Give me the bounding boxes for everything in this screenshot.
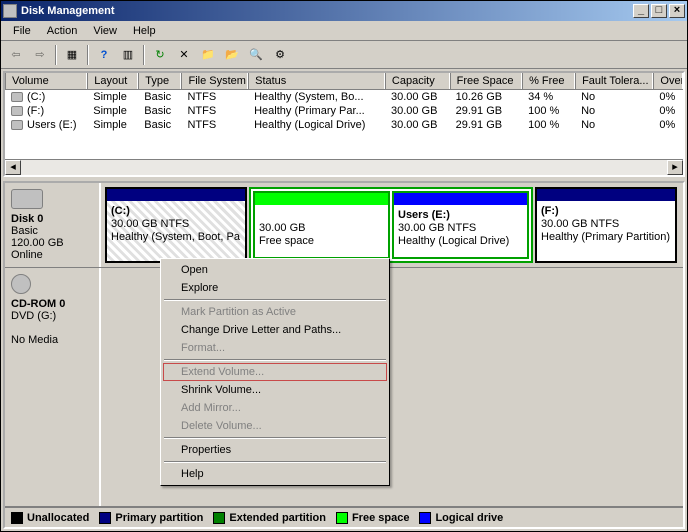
- part-f-size: 30.00 GB NTFS: [541, 218, 619, 230]
- close-button[interactable]: ×: [669, 4, 685, 18]
- ctx-shrink-volume[interactable]: Shrink Volume...: [163, 381, 387, 399]
- legend: Unallocated Primary partition Extended p…: [5, 507, 683, 527]
- cdrom-name: CD-ROM 0: [11, 298, 93, 310]
- cdrom-sub: DVD (G:): [11, 310, 93, 322]
- folder1-button[interactable]: 📁: [197, 44, 219, 66]
- col-pctfree[interactable]: % Free: [522, 73, 575, 89]
- menubar: File Action View Help: [1, 21, 687, 41]
- maximize-button[interactable]: □: [651, 4, 667, 18]
- table-header: Volume Layout Type File System Status Ca…: [5, 73, 683, 90]
- legend-free: Free space: [352, 512, 409, 524]
- table-row[interactable]: (C:)SimpleBasicNTFSHealthy (System, Bo..…: [5, 90, 683, 104]
- titlebar[interactable]: Disk Management _ □ ×: [1, 1, 687, 21]
- col-fault[interactable]: Fault Tolera...: [575, 73, 653, 89]
- col-capacity[interactable]: Capacity: [385, 73, 450, 89]
- ctx-delete-volume: Delete Volume...: [163, 417, 387, 435]
- legend-primary: Primary partition: [115, 512, 203, 524]
- ctx-properties[interactable]: Properties: [163, 441, 387, 459]
- hard-disk-icon: [11, 189, 43, 209]
- legend-unallocated: Unallocated: [27, 512, 89, 524]
- part-e-size: 30.00 GB NTFS: [398, 222, 476, 234]
- ctx-extend-volume: Extend Volume...: [163, 363, 387, 381]
- properties-button[interactable]: ▥: [117, 44, 139, 66]
- window-title: Disk Management: [21, 5, 115, 17]
- horizontal-scrollbar[interactable]: ◂ ▸: [5, 159, 683, 175]
- app-icon: [3, 4, 17, 18]
- disk-0-info[interactable]: Disk 0 Basic 120.00 GB Online: [5, 183, 101, 267]
- ctx-open[interactable]: Open: [163, 261, 387, 279]
- view-list-button[interactable]: ▦: [61, 44, 83, 66]
- scroll-right-button[interactable]: ▸: [667, 160, 683, 175]
- delete-button[interactable]: ✕: [173, 44, 195, 66]
- legend-extended: Extended partition: [229, 512, 326, 524]
- menu-action[interactable]: Action: [39, 23, 86, 39]
- part-e-label: Users (E:): [398, 209, 450, 221]
- partition-e[interactable]: Users (E:) 30.00 GB NTFS Healthy (Logica…: [392, 191, 529, 259]
- ctx-help[interactable]: Help: [163, 465, 387, 483]
- part-e-status: Healthy (Logical Drive): [398, 235, 509, 247]
- part-f-status: Healthy (Primary Partition): [541, 231, 670, 243]
- ctx-add-mirror: Add Mirror...: [163, 399, 387, 417]
- context-menu: Open Explore Mark Partition as Active Ch…: [160, 258, 390, 486]
- disk-0-name: Disk 0: [11, 213, 93, 225]
- menu-help[interactable]: Help: [125, 23, 164, 39]
- disk-0-row: Disk 0 Basic 120.00 GB Online (C:) 30.00…: [5, 183, 683, 268]
- legend-logical: Logical drive: [435, 512, 503, 524]
- part-free-status: Free space: [259, 235, 314, 247]
- cdrom-status: No Media: [11, 334, 93, 346]
- part-c-label: (C:): [111, 205, 130, 217]
- partition-c[interactable]: (C:) 30.00 GB NTFS Healthy (System, Boot…: [105, 187, 247, 263]
- volumes-table: Volume Layout Type File System Status Ca…: [3, 71, 685, 177]
- disk-0-type: Basic: [11, 225, 93, 237]
- table-row[interactable]: Users (E:)SimpleBasicNTFSHealthy (Logica…: [5, 118, 683, 132]
- refresh-button[interactable]: ↻: [149, 44, 171, 66]
- toolbar: ⇦ ⇨ ▦ ? ▥ ↻ ✕ 📁 📂 🔍 ⚙: [1, 41, 687, 69]
- col-overhead[interactable]: Overh: [653, 73, 683, 89]
- col-volume[interactable]: Volume: [5, 73, 87, 89]
- part-c-size: 30.00 GB NTFS: [111, 218, 189, 230]
- cdrom-icon: [11, 274, 31, 294]
- cdrom-info[interactable]: CD-ROM 0 DVD (G:) No Media: [5, 268, 101, 506]
- ctx-explore[interactable]: Explore: [163, 279, 387, 297]
- ctx-change-drive-letter[interactable]: Change Drive Letter and Paths...: [163, 321, 387, 339]
- col-layout[interactable]: Layout: [87, 73, 138, 89]
- ctx-format: Format...: [163, 339, 387, 357]
- col-type[interactable]: Type: [138, 73, 181, 89]
- disk-0-status: Online: [11, 249, 93, 261]
- folder2-button[interactable]: 📂: [221, 44, 243, 66]
- search-button[interactable]: 🔍: [245, 44, 267, 66]
- col-filesystem[interactable]: File System: [181, 73, 248, 89]
- col-freespace[interactable]: Free Space: [450, 73, 522, 89]
- part-c-status: Healthy (System, Boot, Pa: [111, 231, 240, 243]
- help-button[interactable]: ?: [93, 44, 115, 66]
- forward-button[interactable]: ⇨: [29, 44, 51, 66]
- menu-file[interactable]: File: [5, 23, 39, 39]
- part-f-label: (F:): [541, 205, 559, 217]
- partition-freespace[interactable]: 30.00 GB Free space: [253, 191, 390, 259]
- settings-button[interactable]: ⚙: [269, 44, 291, 66]
- ctx-mark-active: Mark Partition as Active: [163, 303, 387, 321]
- partition-f[interactable]: (F:) 30.00 GB NTFS Healthy (Primary Part…: [535, 187, 677, 263]
- scroll-left-button[interactable]: ◂: [5, 160, 21, 175]
- back-button[interactable]: ⇦: [5, 44, 27, 66]
- col-status[interactable]: Status: [248, 73, 385, 89]
- table-row[interactable]: (F:)SimpleBasicNTFSHealthy (Primary Par.…: [5, 104, 683, 118]
- menu-view[interactable]: View: [85, 23, 125, 39]
- part-free-size: 30.00 GB: [259, 222, 305, 234]
- minimize-button[interactable]: _: [633, 4, 649, 18]
- disk-0-size: 120.00 GB: [11, 237, 93, 249]
